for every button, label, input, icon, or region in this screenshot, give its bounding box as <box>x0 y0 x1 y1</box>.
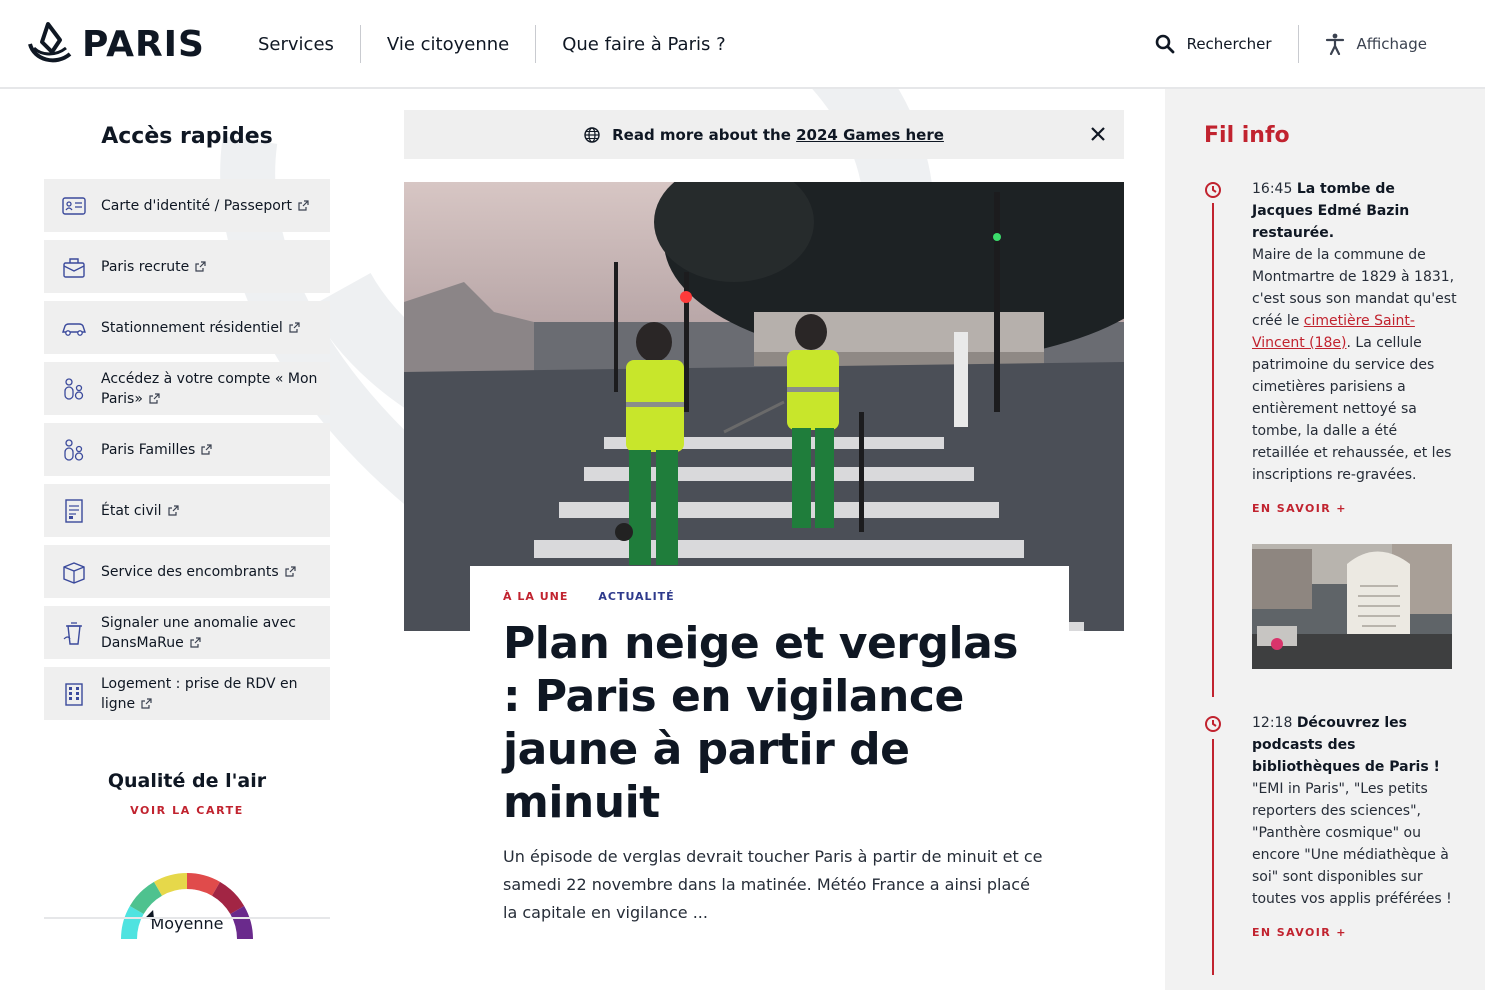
display-label: Affichage <box>1356 35 1427 53</box>
hero-tags: À LA UNE ACTUALITÉ <box>503 590 1037 603</box>
search-label: Rechercher <box>1186 35 1272 53</box>
gauge-segment <box>230 906 253 940</box>
quick-access-label: Accédez à votre compte « Mon Paris» <box>101 370 318 407</box>
external-link-icon <box>298 199 309 211</box>
main-nav: Services Vie citoyenne Que faire à Paris… <box>232 0 752 88</box>
gauge-segment <box>186 873 220 896</box>
games-banner: Read more about the 2024 Games here <box>404 110 1124 159</box>
quick-access-item[interactable]: Stationnement résidentiel <box>44 301 330 354</box>
external-link-icon <box>167 504 179 516</box>
close-icon[interactable] <box>1088 124 1108 144</box>
fil-item-2: 12:18 Découvrez les podcasts des bibliot… <box>1252 712 1457 944</box>
quick-access-list: Carte d'identité / Passeport Paris recrut… <box>44 179 330 720</box>
gauge-segment <box>129 881 163 915</box>
quick-access: Accès rapides Carte d'identité / Passepo… <box>44 110 330 728</box>
external-link-icon <box>285 565 296 577</box>
timeline-line <box>1212 203 1214 697</box>
air-quality-map-link[interactable]: VOIR LA CARTE <box>44 804 330 817</box>
nav-que-faire[interactable]: Que faire à Paris ? <box>536 25 751 63</box>
search-button[interactable]: Rechercher <box>1129 25 1299 63</box>
air-quality: Qualité de l'air VOIR LA CARTE Moyenne <box>44 770 330 946</box>
quick-access-item[interactable]: Service des encombrants <box>44 545 330 598</box>
accessibility-icon <box>1325 33 1344 55</box>
hero-photo[interactable] <box>404 182 1124 631</box>
quick-access-item[interactable]: Carte d'identité / Passeport <box>44 179 330 232</box>
quick-access-item[interactable]: Paris Familles <box>44 423 330 476</box>
clock-icon <box>1205 182 1221 198</box>
hero-lead: Un épisode de verglas devrait toucher Pa… <box>503 847 1043 922</box>
quick-access-label: Signaler une anomalie avec DansMaRue <box>101 614 296 651</box>
external-link-icon <box>141 697 152 709</box>
quick-access-item[interactable]: Accédez à votre compte « Mon Paris» <box>44 362 330 415</box>
fil-item-1: 16:45 La tombe de Jacques Edmé Bazin res… <box>1252 178 1457 520</box>
gauge-segment <box>211 881 245 915</box>
gauge-segment <box>121 906 144 940</box>
external-link-icon <box>195 260 206 272</box>
divider <box>44 917 330 919</box>
hero-card[interactable]: À LA UNE ACTUALITÉ Plan neige et verglas… <box>470 566 1069 936</box>
timeline-line <box>1212 739 1214 975</box>
air-quality-gauge: Moyenne <box>121 873 253 940</box>
quick-access-label: Paris Familles <box>101 440 212 460</box>
family-icon <box>64 438 84 461</box>
read-more-link[interactable]: EN SAVOIR + <box>1252 922 1457 944</box>
quick-access-item[interactable]: Paris recrute <box>44 240 330 293</box>
people-icon <box>64 377 84 400</box>
fil-item-time: 16:45 <box>1252 181 1293 197</box>
fil-info-panel: Fil info 16:45 La tombe de Jacques Edmé … <box>1165 89 1485 990</box>
external-link-icon <box>289 321 300 333</box>
nav-services[interactable]: Services <box>232 25 361 63</box>
quick-access-item[interactable]: Logement : prise de RDV en ligne <box>44 667 330 720</box>
paris-logo[interactable]: PARIS <box>26 20 205 68</box>
clock-icon <box>1205 716 1221 732</box>
street-crossing-photo <box>404 182 1124 631</box>
quick-access-label: Stationnement résidentiel <box>101 318 300 338</box>
air-quality-title: Qualité de l'air <box>107 770 267 792</box>
tag-a-la-une[interactable]: À LA UNE <box>503 590 568 603</box>
globe-icon <box>584 126 600 143</box>
external-link-icon <box>201 443 212 455</box>
quick-access-label: Service des encombrants <box>101 562 296 582</box>
cemetery-photo <box>1252 544 1452 669</box>
tag-actualite[interactable]: ACTUALITÉ <box>598 590 674 603</box>
box-icon <box>63 561 85 584</box>
nav-vie-citoyenne[interactable]: Vie citoyenne <box>361 25 537 63</box>
building-icon <box>65 682 83 706</box>
fil-item-text-end: . La cellule patrimoine du service des c… <box>1252 335 1452 483</box>
search-icon <box>1155 34 1174 54</box>
tomb-photo[interactable] <box>1252 544 1452 669</box>
trash-icon <box>63 621 82 645</box>
quick-access-label: Logement : prise de RDV en ligne <box>101 675 298 712</box>
read-more-link[interactable]: EN SAVOIR + <box>1252 498 1457 520</box>
quick-access-label: État civil <box>101 501 179 521</box>
header-tools: Rechercher Affichage <box>1129 0 1427 88</box>
quick-access-item[interactable]: État civil <box>44 484 330 537</box>
fil-item-time: 12:18 <box>1252 715 1293 731</box>
quick-access-title: Accès rapides <box>101 124 273 149</box>
gauge-segment <box>154 873 188 896</box>
site-header: PARIS Services Vie citoyenne Que faire à… <box>0 0 1485 89</box>
external-link-icon <box>190 636 201 648</box>
external-link-icon <box>149 392 160 404</box>
banner-text: Read more about the <box>612 125 791 144</box>
display-button[interactable]: Affichage <box>1299 25 1427 63</box>
car-icon <box>62 322 86 336</box>
banner-link[interactable]: 2024 Games here <box>796 126 944 144</box>
fil-item-text: "EMI in Paris", "Les petits reporters de… <box>1252 781 1452 907</box>
document-icon <box>65 498 83 523</box>
id-card-icon <box>62 196 86 215</box>
fil-info-title: Fil info <box>1204 123 1290 148</box>
quick-access-label: Carte d'identité / Passeport <box>101 196 309 216</box>
quick-access-label: Paris recrute <box>101 257 206 277</box>
briefcase-icon <box>63 257 85 278</box>
logo-text: PARIS <box>82 23 205 65</box>
quick-access-item[interactable]: Signaler une anomalie avec DansMaRue <box>44 606 330 659</box>
hero-title[interactable]: Plan neige et verglas : Paris en vigilan… <box>503 617 1037 829</box>
ship-logo-icon <box>28 22 72 63</box>
